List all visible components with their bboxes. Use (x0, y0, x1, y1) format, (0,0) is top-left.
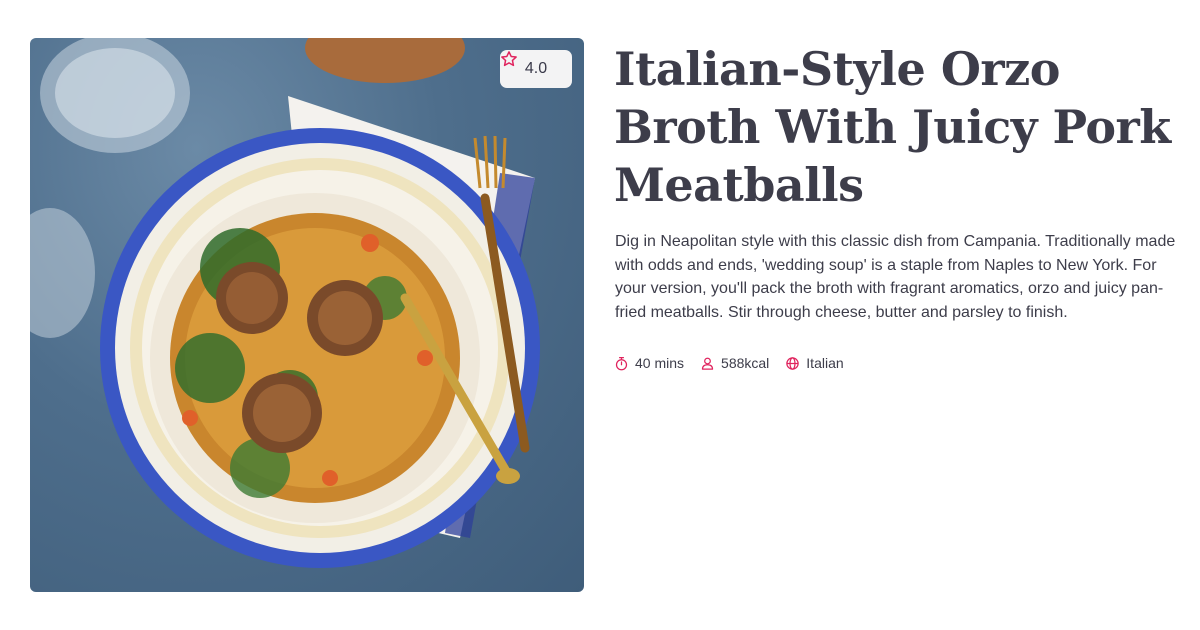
meta-time-label: 40 mins (635, 355, 685, 371)
meta-cuisine-label: Italian (806, 355, 844, 371)
recipe-meta: 40 mins 588kcal Italian (614, 355, 844, 371)
stopwatch-icon (615, 356, 628, 370)
meta-calories-label: 588kcal (721, 355, 770, 371)
meta-cuisine: Italian (785, 355, 844, 371)
rating-value: 4.0 (524, 60, 548, 77)
meta-calories: 588kcal (700, 355, 769, 371)
rating-badge[interactable]: 4.0 (500, 50, 572, 88)
recipe-description: Dig in Neapolitan style with this classi… (615, 233, 1176, 321)
person-icon (701, 357, 714, 370)
recipe-image: 4.0 (30, 38, 584, 592)
meta-time: 40 mins (614, 355, 684, 371)
recipe-title: Italian-Style Orzo Broth With Juicy Pork… (614, 42, 1171, 212)
star-icon (501, 51, 517, 67)
globe-icon (786, 356, 800, 370)
dish-illustration (30, 38, 540, 568)
